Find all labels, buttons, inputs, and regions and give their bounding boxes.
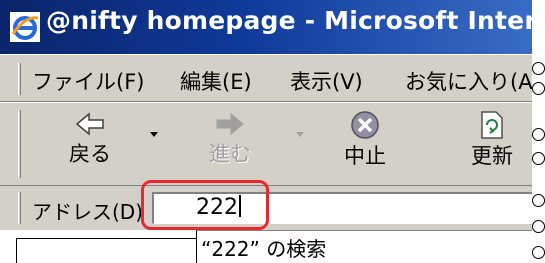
toolbar-divider xyxy=(0,102,545,103)
edge-circle-icon xyxy=(532,62,545,75)
edge-circle-icon xyxy=(532,194,545,207)
ie-logo-icon xyxy=(10,12,40,42)
edge-circle-icon xyxy=(532,246,545,259)
stop-label: 中止 xyxy=(344,144,386,168)
browser-window: @nifty homepage - Microsoft Internet Ex … xyxy=(0,0,545,263)
window-title: @nifty homepage - Microsoft Internet Ex xyxy=(46,6,545,35)
forward-label: 進む xyxy=(209,142,251,166)
forward-arrow-icon xyxy=(216,112,244,136)
address-label: アドレス(D) xyxy=(32,200,144,224)
window-edge xyxy=(532,0,545,263)
address-bar: アドレス(D) 222 xyxy=(0,185,545,230)
refresh-label: 更新 xyxy=(471,144,513,168)
edge-circle-icon xyxy=(532,82,545,95)
toolbar-grip[interactable] xyxy=(18,110,21,178)
menu-file[interactable]: ファイル(F) xyxy=(32,66,144,96)
back-arrow-icon xyxy=(75,112,104,136)
address-grip[interactable] xyxy=(18,192,21,224)
content-frame xyxy=(16,238,196,263)
stop-button[interactable]: 中止 xyxy=(335,110,395,170)
menu-grip[interactable] xyxy=(18,63,21,95)
edge-circle-icon xyxy=(532,220,545,233)
menu-edit[interactable]: 編集(E) xyxy=(180,66,252,96)
autocomplete-suggestion[interactable]: “222” の検索 xyxy=(201,233,326,262)
stop-icon xyxy=(351,111,379,139)
back-button[interactable]: 戻る xyxy=(60,110,120,168)
back-dropdown-arrow[interactable] xyxy=(150,132,158,137)
highlight-annotation xyxy=(141,180,269,230)
edge-circle-icon xyxy=(532,152,545,165)
refresh-button[interactable]: 更新 xyxy=(462,110,522,170)
forward-dropdown-arrow xyxy=(296,132,304,137)
autocomplete-dropdown: “222” の検索 xyxy=(196,230,545,263)
edge-circle-icon xyxy=(532,128,545,141)
standard-toolbar: 戻る 進む 中止 更新 xyxy=(0,101,545,185)
menu-view[interactable]: 表示(V) xyxy=(290,66,363,96)
back-label: 戻る xyxy=(69,142,111,166)
title-bar[interactable]: @nifty homepage - Microsoft Internet Ex xyxy=(0,0,545,54)
menu-bar: ファイル(F) 編集(E) 表示(V) お気に入り(A) xyxy=(0,54,545,101)
forward-button[interactable]: 進む xyxy=(200,110,260,168)
menu-favorites[interactable]: お気に入り(A) xyxy=(405,66,541,96)
refresh-icon xyxy=(481,111,503,139)
